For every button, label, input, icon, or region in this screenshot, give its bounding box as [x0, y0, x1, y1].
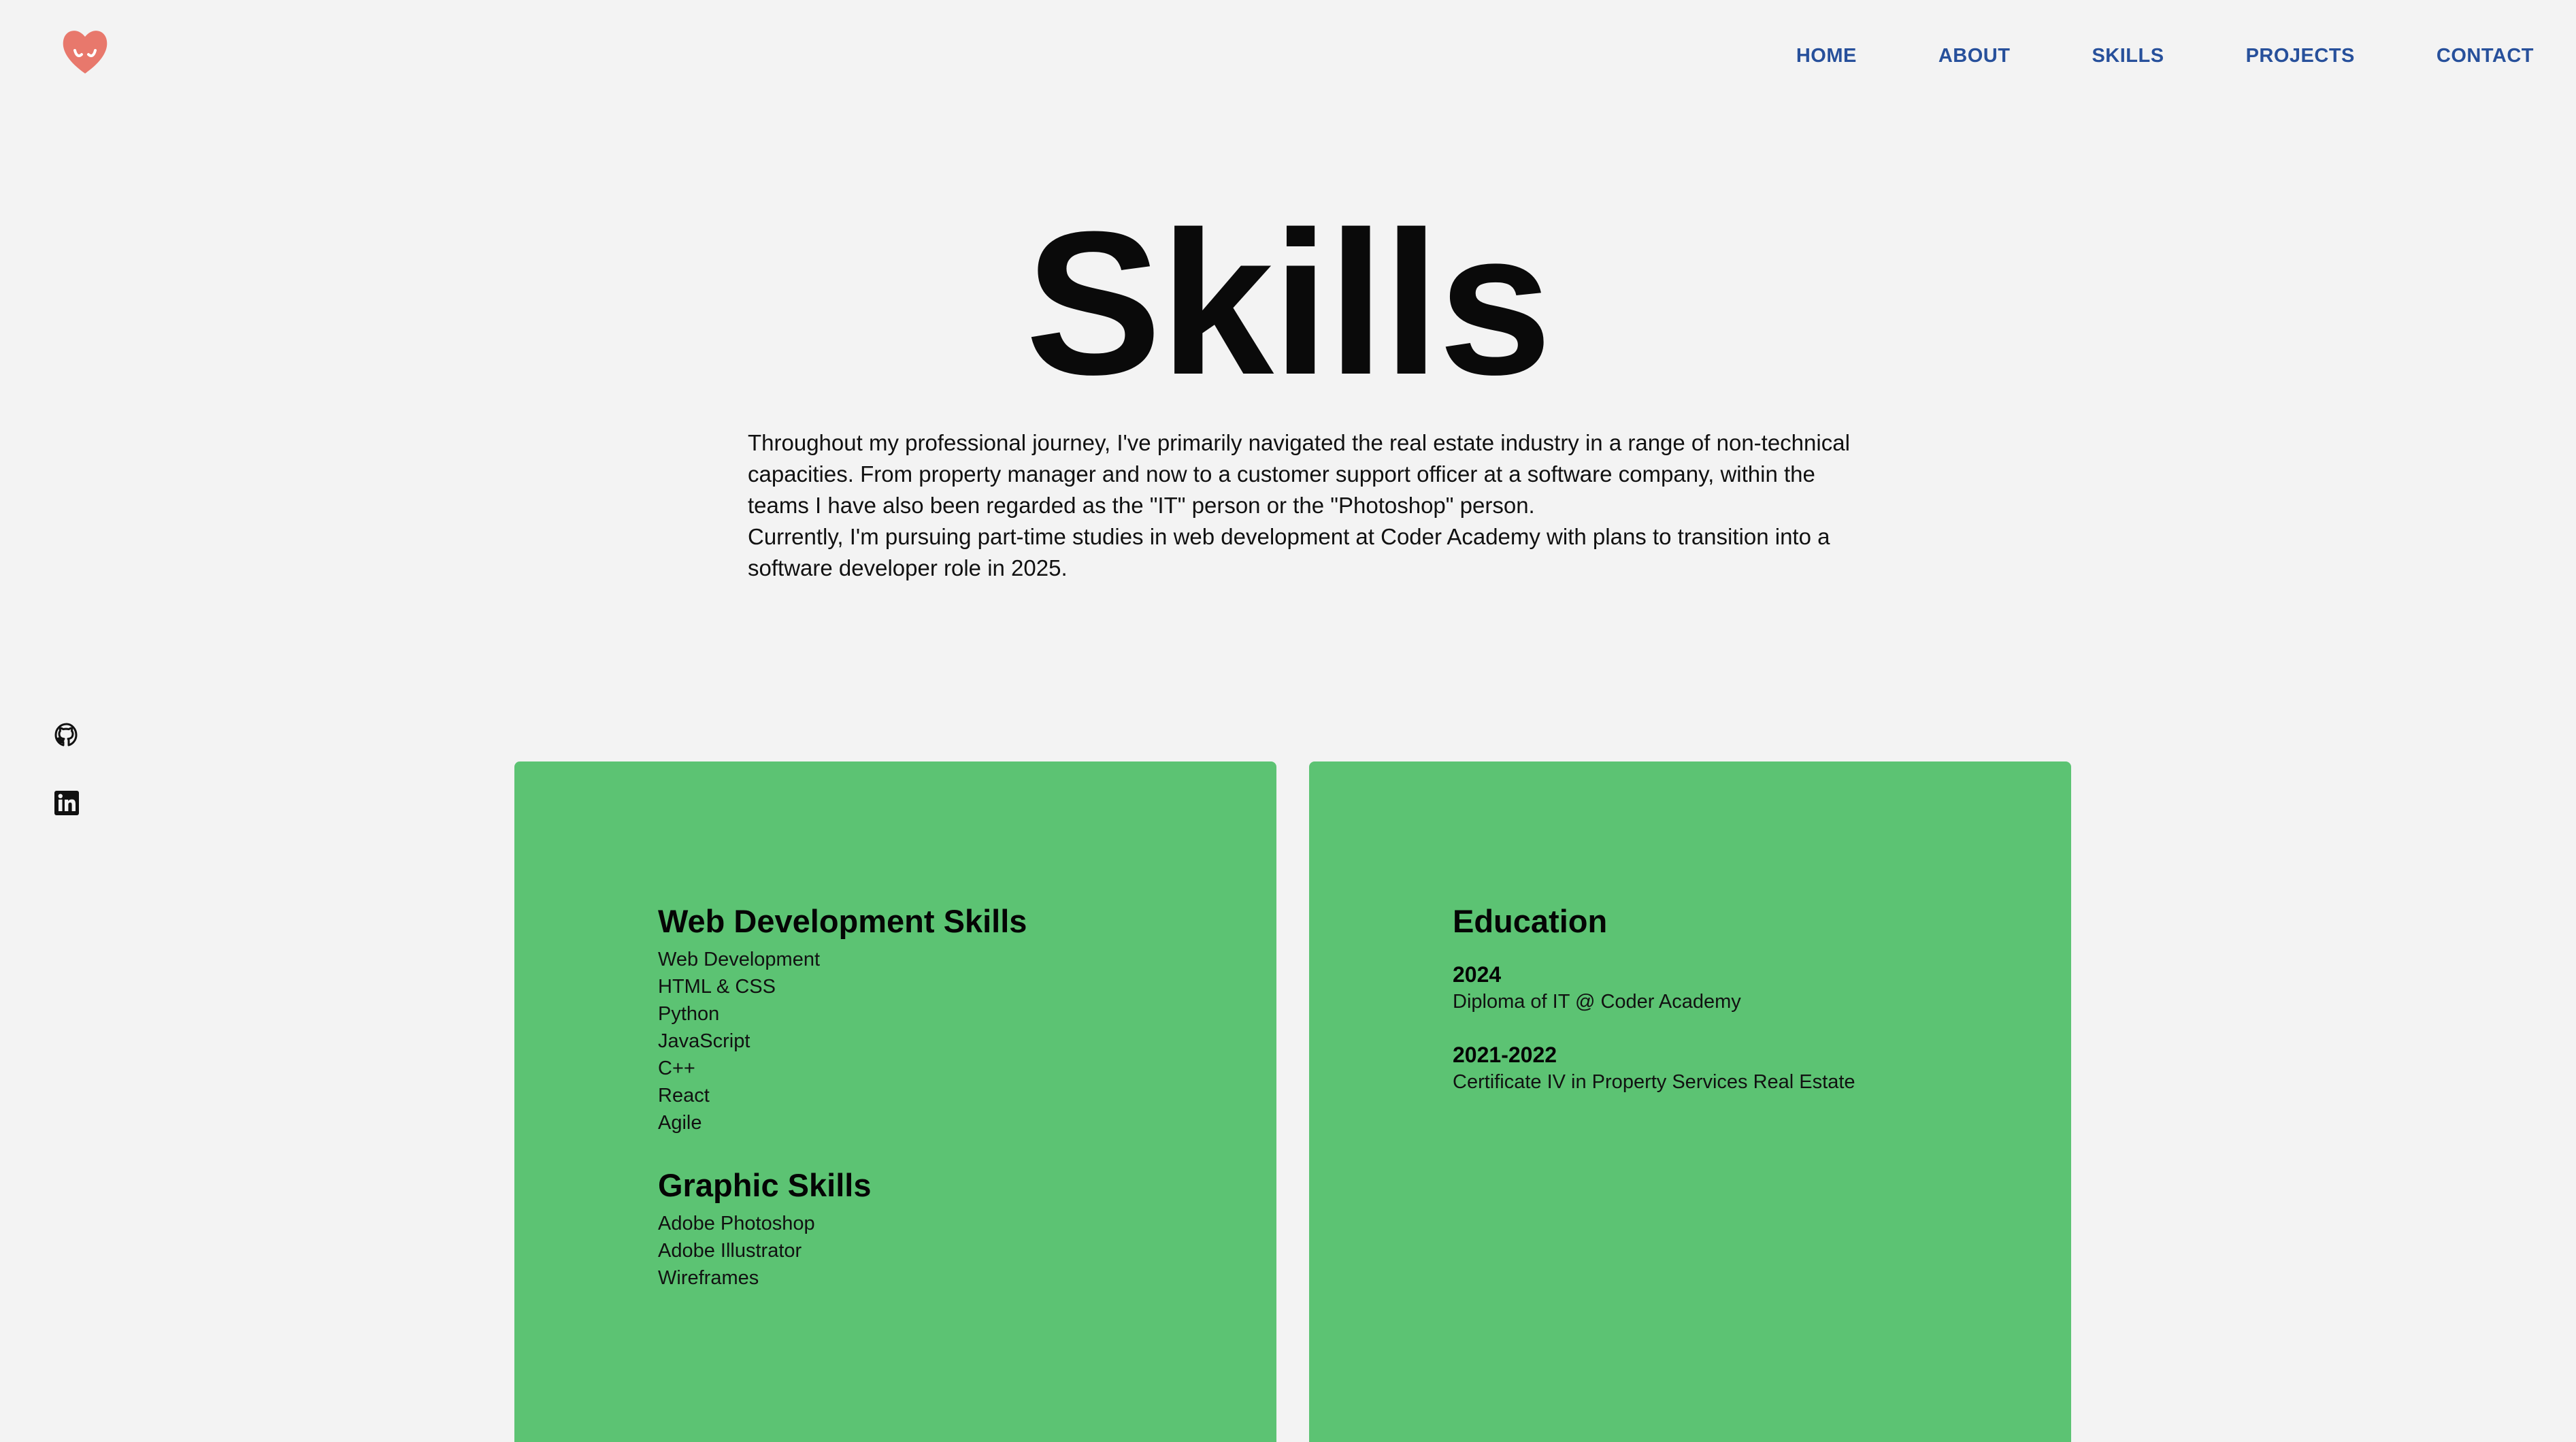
list-item: Wireframes	[658, 1267, 759, 1289]
logo-heart-icon[interactable]	[59, 24, 112, 78]
linkedin-icon[interactable]	[53, 789, 80, 817]
education-year: 2024	[1453, 962, 1502, 987]
list-item: HTML & CSS	[658, 976, 776, 998]
nav-contact-link[interactable]: CONTACT	[2437, 44, 2534, 68]
graphic-skills-list: Adobe Photoshop Adobe Illustrator Wirefr…	[658, 1210, 1276, 1292]
list-item: Web Development	[658, 949, 821, 970]
nav-skills-link[interactable]: SKILLS	[2092, 44, 2164, 68]
web-skills-list: Web Development HTML & CSS Python JavaSc…	[658, 946, 1276, 1136]
education-item: 2024 Diploma of IT @ Coder Academy	[1453, 961, 2071, 1015]
list-item: JavaScript	[658, 1030, 750, 1052]
social-links	[53, 721, 80, 817]
education-description: Diploma of IT @ Coder Academy	[1453, 991, 1741, 1013]
list-item: Agile	[658, 1112, 702, 1134]
intro-paragraph: Currently, I'm pursuing part-time studie…	[748, 524, 1830, 580]
page-title: Skills	[1025, 189, 1552, 417]
intro-paragraph: Throughout my professional journey, I've…	[748, 430, 1850, 518]
education-card: Education 2024 Diploma of IT @ Coder Aca…	[1309, 761, 2071, 1442]
education-description: Certificate IV in Property Services Real…	[1453, 1071, 1855, 1093]
nav-about-link[interactable]: ABOUT	[1938, 44, 2011, 68]
education-year: 2021-2022	[1453, 1043, 1557, 1067]
skills-card: Web Development Skills Web Development H…	[514, 761, 1276, 1442]
list-item: Adobe Illustrator	[658, 1240, 802, 1262]
graphic-skills-heading: Graphic Skills	[658, 1167, 872, 1203]
nav-home-link[interactable]: HOME	[1796, 44, 1857, 68]
web-skills-heading: Web Development Skills	[658, 903, 1027, 939]
github-icon[interactable]	[53, 721, 80, 749]
list-item: React	[658, 1085, 710, 1107]
education-item: 2021-2022 Certificate IV in Property Ser…	[1453, 1041, 2071, 1096]
main-nav: HOME ABOUT SKILLS PROJECTS CONTACT	[1796, 44, 2534, 68]
list-item: Python	[658, 1003, 720, 1025]
nav-projects-link[interactable]: PROJECTS	[2246, 44, 2355, 68]
education-heading: Education	[1453, 903, 1608, 939]
intro-text: Throughout my professional journey, I've…	[748, 427, 1850, 584]
list-item: Adobe Photoshop	[658, 1213, 815, 1234]
list-item: C++	[658, 1058, 695, 1079]
